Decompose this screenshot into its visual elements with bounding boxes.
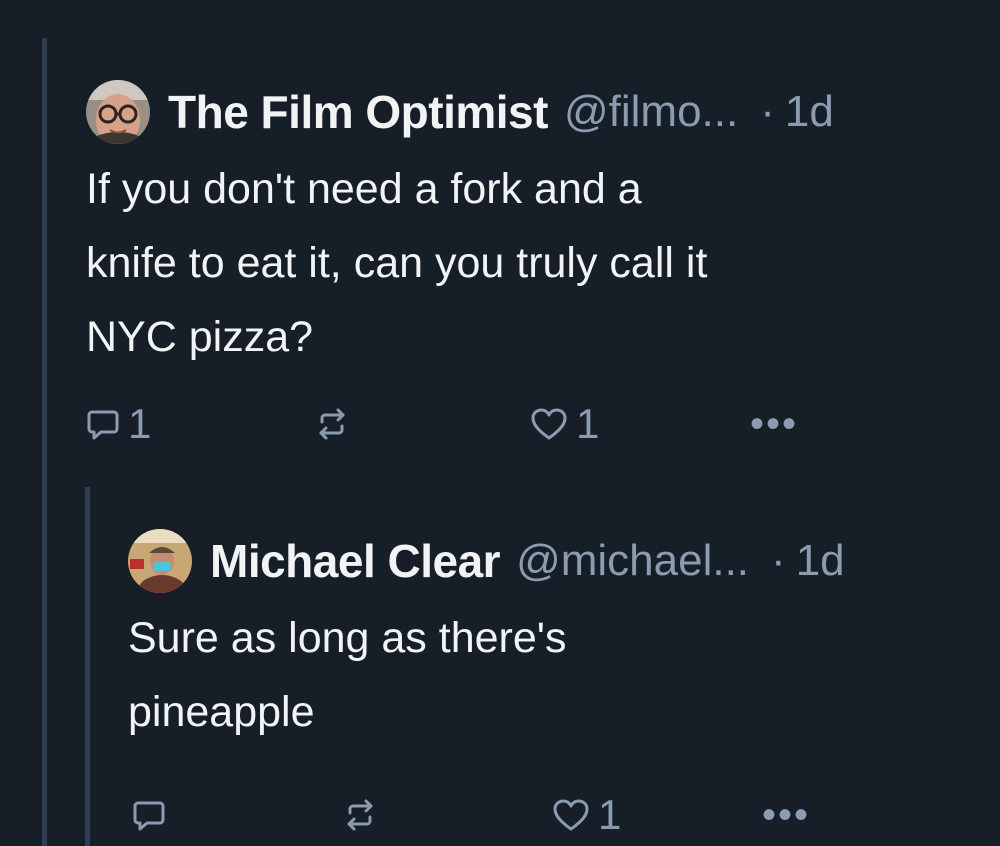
reply-icon: [132, 798, 166, 832]
avatar[interactable]: [86, 80, 150, 144]
like-button[interactable]: 1: [552, 787, 621, 843]
post-film-optimist[interactable]: The Film Optimist @filmo... · 1d If you …: [86, 80, 966, 452]
post-text: Sure as long as there's pineapple: [128, 614, 567, 736]
repost-button[interactable]: [314, 396, 358, 452]
more-button[interactable]: •••: [750, 396, 798, 452]
more-icon: •••: [762, 792, 811, 837]
repost-button[interactable]: [342, 787, 386, 843]
timestamp[interactable]: 1d: [796, 536, 845, 586]
reply-icon: [86, 407, 120, 441]
post-text: If you don't need a fork and a knife to …: [86, 165, 708, 361]
post-header: Michael Clear @michael... · 1d: [128, 529, 968, 593]
separator-dot: ·: [760, 87, 775, 136]
handle[interactable]: @michael...: [516, 536, 749, 586]
separator-dot: ·: [771, 536, 786, 585]
reply-button[interactable]: 1: [86, 396, 151, 452]
more-button[interactable]: •••: [762, 787, 810, 843]
post-header: The Film Optimist @filmo... · 1d: [86, 80, 966, 144]
display-name[interactable]: The Film Optimist: [168, 85, 548, 139]
like-count: 1: [576, 400, 600, 447]
avatar[interactable]: [128, 529, 192, 593]
post-michael-clear[interactable]: Michael Clear @michael... · 1d Sure as l…: [128, 529, 968, 843]
repost-icon: [314, 406, 350, 442]
repost-icon: [342, 797, 378, 833]
reply-count: 1: [128, 400, 152, 447]
reply-button[interactable]: [132, 787, 174, 843]
like-icon: [552, 798, 590, 832]
post-actions: 1 •••: [128, 787, 968, 843]
post-actions: 1 1 •••: [86, 396, 966, 452]
more-icon: •••: [750, 401, 799, 446]
like-icon: [530, 407, 568, 441]
like-count: 1: [598, 791, 622, 838]
thread-line-outer: [42, 38, 47, 846]
like-button[interactable]: 1: [530, 396, 599, 452]
display-name[interactable]: Michael Clear: [210, 534, 501, 588]
handle[interactable]: @filmo...: [564, 87, 738, 137]
thread-line-inner: [85, 487, 90, 846]
timestamp[interactable]: 1d: [785, 87, 834, 137]
